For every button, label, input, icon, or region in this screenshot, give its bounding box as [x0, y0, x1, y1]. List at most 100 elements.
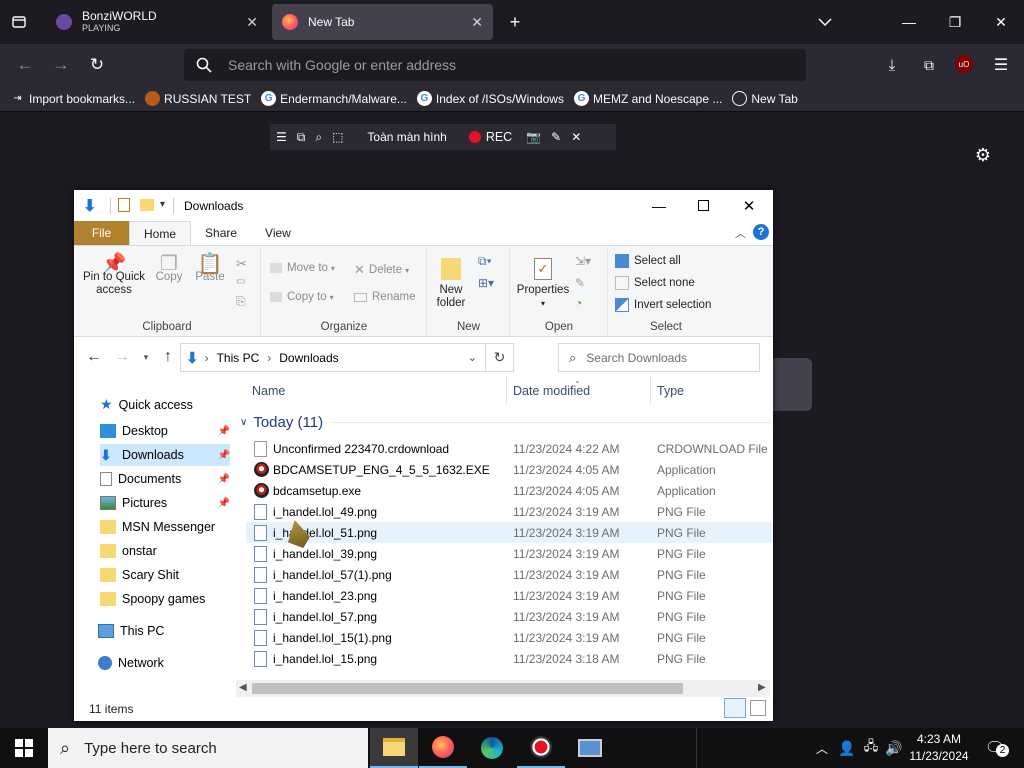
nav-this-pc[interactable]: This PC: [98, 620, 230, 642]
history-icon[interactable]: ◔: [575, 296, 582, 310]
invert-selection-button[interactable]: Invert selection: [615, 298, 711, 312]
back-arrow-icon[interactable]: ←: [86, 348, 102, 366]
move-to-button[interactable]: Move to ▾: [270, 262, 335, 274]
minimize-window-icon[interactable]: —: [886, 0, 932, 44]
easy-access-icon[interactable]: ⊞▾: [478, 276, 494, 290]
restore-window-icon[interactable]: ❐: [932, 0, 978, 44]
taskbar-edge[interactable]: [468, 728, 516, 768]
properties-button[interactable]: ✓ Properties ▾: [515, 258, 571, 310]
new-folder-button[interactable]: New folder: [432, 258, 470, 310]
taskbar-search-box[interactable]: ⌕ Type here to search: [48, 728, 368, 768]
rec-button[interactable]: REC: [486, 130, 512, 144]
pin-to-quick-access-button[interactable]: 📌 Pin to Quick access: [80, 254, 148, 297]
nav-item-spoopy-games[interactable]: Spoopy games: [100, 588, 232, 610]
collapse-ribbon-chevron-icon[interactable]: ︿: [735, 225, 746, 241]
list-all-tabs-icon[interactable]: [8, 12, 30, 32]
customize-qat-icon[interactable]: ▾: [160, 199, 165, 210]
new-item-icon[interactable]: ⧉▾: [478, 254, 492, 269]
breadcrumb-this-pc[interactable]: This PC: [217, 351, 260, 365]
copy-path-icon[interactable]: ▭: [236, 276, 245, 287]
scroll-right-icon[interactable]: ▶: [758, 682, 766, 693]
address-history-chevron-icon[interactable]: ⌄: [468, 351, 477, 364]
menu-icon[interactable]: ☰: [276, 130, 287, 144]
up-arrow-icon[interactable]: ↑: [160, 348, 176, 366]
close-icon[interactable]: ✕: [734, 190, 764, 221]
windows-start-icon[interactable]: [0, 728, 48, 768]
taskbar-remote-desktop[interactable]: [566, 728, 614, 768]
file-row[interactable]: i_handel.lol_15.png 11/23/2024 3:18 AM PNG…: [246, 648, 772, 669]
scroll-left-icon[interactable]: ◀: [239, 682, 247, 693]
forward-arrow-icon[interactable]: →: [50, 54, 72, 76]
delete-button[interactable]: ✕ Delete ▾: [354, 262, 409, 278]
select-all-button[interactable]: Select all: [615, 254, 681, 268]
file-row[interactable]: i_handel.lol_57.png 11/23/2024 3:19 AM PNG…: [246, 606, 772, 627]
tab-overflow-chevron-icon[interactable]: [814, 12, 836, 32]
tab-share[interactable]: Share: [191, 221, 251, 245]
nav-item-desktop[interactable]: Desktop 📌: [100, 420, 230, 442]
nav-item-documents[interactable]: Documents 📌: [100, 468, 230, 490]
extensions-puzzle-icon[interactable]: ⧉: [918, 54, 940, 76]
maximize-icon[interactable]: [688, 190, 718, 221]
gear-icon[interactable]: ⚙: [972, 144, 994, 166]
system-clock[interactable]: 4:23 AM 11/23/2024: [906, 731, 972, 765]
column-header-name[interactable]: Name: [252, 384, 285, 398]
hamburger-menu-icon[interactable]: ☰: [990, 54, 1012, 76]
column-header-type[interactable]: Type: [657, 384, 684, 398]
copy-button[interactable]: ❐ Copy: [152, 254, 186, 284]
close-tab-icon[interactable]: ✕: [246, 14, 258, 31]
paste-shortcut-icon[interactable]: ⎘: [236, 294, 246, 309]
nav-item-onstar[interactable]: onstar: [100, 540, 232, 562]
minimize-icon[interactable]: —: [644, 190, 674, 221]
recent-locations-chevron-icon[interactable]: ▾: [140, 350, 152, 364]
file-row-hovered[interactable]: i_handel.lol_51.png 11/23/2024 3:19 AM PNG…: [246, 522, 772, 543]
file-row[interactable]: Unconfirmed 223470.crdownload 11/23/2024 …: [246, 438, 772, 459]
downloads-icon[interactable]: ⤓: [881, 54, 903, 76]
forward-arrow-icon[interactable]: →: [114, 348, 130, 366]
window-capture-icon[interactable]: ⧉: [297, 130, 306, 145]
open-icon[interactable]: ⇲▾: [575, 254, 591, 268]
taskbar-file-explorer[interactable]: [370, 728, 418, 768]
file-row[interactable]: i_handel.lol_49.png 11/23/2024 3:19 AM PNG…: [246, 501, 772, 522]
fullscreen-mode-label[interactable]: Toàn màn hình: [367, 130, 446, 144]
bookmark-index-isos[interactable]: G Index of /ISOs/Windows: [416, 91, 564, 106]
paste-button[interactable]: 📋 Paste: [192, 254, 228, 284]
close-window-icon[interactable]: ✕: [978, 0, 1024, 44]
reload-icon[interactable]: ↻: [86, 54, 108, 76]
url-bar[interactable]: [184, 49, 806, 81]
copy-to-button[interactable]: Copy to ▾: [270, 291, 334, 303]
file-row[interactable]: bdcamsetup.exe 11/23/2024 4:05 AM Applicat…: [246, 480, 772, 501]
edit-icon[interactable]: ✎: [575, 276, 585, 290]
nav-item-scary-shit[interactable]: Scary Shit: [100, 564, 232, 586]
file-row[interactable]: BDCAMSETUP_ENG_4_5_5_1632.EXE 11/23/2024 …: [246, 459, 772, 480]
bookmark-memz[interactable]: G MEMZ and Noescape ...: [573, 91, 722, 106]
new-folder-qat-icon[interactable]: [140, 199, 154, 211]
close-tab-icon[interactable]: ✕: [471, 14, 483, 31]
address-bar[interactable]: ⬇ › This PC › Downloads ⌄ ↻: [180, 343, 514, 372]
breadcrumb-downloads[interactable]: Downloads: [279, 351, 338, 365]
url-input[interactable]: [228, 57, 768, 73]
help-icon[interactable]: ?: [753, 224, 769, 240]
taskbar-bandicam[interactable]: [517, 728, 565, 768]
bookmark-russian-test[interactable]: RUSSIAN TEST: [145, 91, 251, 106]
scrollbar-thumb[interactable]: [252, 683, 683, 694]
column-header-date-modified[interactable]: Date modified: [513, 384, 590, 398]
bookmark-endermanch[interactable]: G Endermanch/Malware...: [261, 91, 407, 106]
file-row[interactable]: i_handel.lol_15(1).png 11/23/2024 3:19 AM…: [246, 627, 772, 648]
search-box[interactable]: ⌕ Search Downloads: [558, 343, 760, 372]
bookmark-import[interactable]: ⇥ Import bookmarks...: [10, 91, 135, 106]
volume-icon[interactable]: 🔊: [885, 738, 903, 758]
ublock-origin-icon[interactable]: uO: [955, 55, 973, 73]
nav-network[interactable]: Network: [98, 652, 230, 674]
refresh-icon[interactable]: ↻: [485, 344, 513, 371]
nav-quick-access[interactable]: ★ Quick access: [100, 396, 193, 413]
user-status-icon[interactable]: 👤: [838, 738, 856, 758]
camera-icon[interactable]: 📷: [526, 130, 541, 144]
tab-home[interactable]: Home: [129, 221, 192, 245]
nav-item-msn-messenger[interactable]: MSN Messenger: [100, 516, 232, 538]
region-select-icon[interactable]: ⬚: [332, 130, 343, 144]
region-zoom-icon[interactable]: ⌕: [315, 130, 322, 145]
notification-center-icon[interactable]: 🗨 2: [982, 736, 1009, 760]
nav-item-pictures[interactable]: Pictures 📌: [100, 492, 230, 514]
group-header-today[interactable]: ∨ Today (11): [240, 414, 770, 431]
large-icons-view-icon[interactable]: [750, 700, 766, 716]
